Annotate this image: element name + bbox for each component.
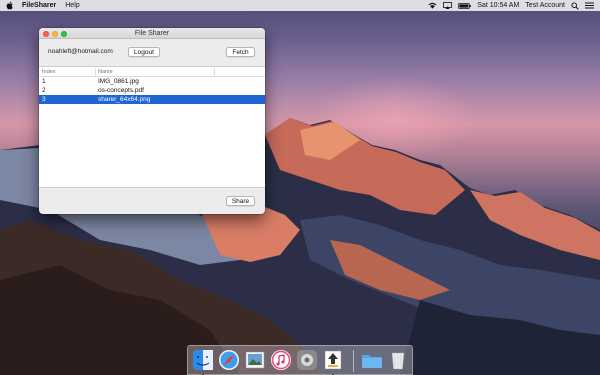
- clock[interactable]: Sat 10:54 AM: [477, 2, 519, 9]
- wifi-icon[interactable]: [428, 2, 437, 9]
- share-button[interactable]: Share: [226, 196, 255, 206]
- fetch-button[interactable]: Fetch: [226, 47, 255, 57]
- filesharer-app-icon[interactable]: [322, 349, 344, 371]
- list-icon[interactable]: [585, 2, 594, 9]
- dock: [187, 345, 413, 375]
- table-row[interactable]: 1 IMG_0861.jpg: [39, 77, 265, 86]
- row-index: 1: [42, 78, 46, 85]
- row-name: IMG_0861.jpg: [98, 78, 139, 85]
- apple-menu-icon[interactable]: [6, 1, 14, 10]
- menu-bar: FileSharer Help Sat 10:54 AM Test Accoun…: [0, 0, 600, 11]
- zoom-button[interactable]: [61, 30, 67, 37]
- row-name: os-concepts.pdf: [98, 87, 144, 94]
- help-menu[interactable]: Help: [65, 2, 79, 9]
- preview-icon[interactable]: [244, 349, 266, 371]
- downloads-folder-icon[interactable]: [361, 349, 383, 371]
- finder-icon[interactable]: [192, 349, 214, 371]
- account-email: noahleft@hotmail.com: [48, 48, 113, 55]
- table-row-selected[interactable]: 3 sharer_64x64.png: [39, 95, 265, 104]
- system-preferences-icon[interactable]: [296, 349, 318, 371]
- dock-separator: [353, 350, 354, 372]
- itunes-icon[interactable]: [270, 349, 292, 371]
- column-header-name[interactable]: Name: [98, 69, 113, 75]
- title-bar[interactable]: File Sharer: [39, 28, 265, 39]
- file-sharer-window: File Sharer noahleft@hotmail.com Logout …: [39, 28, 265, 214]
- airplay-icon[interactable]: [443, 2, 453, 9]
- row-index: 3: [42, 96, 46, 103]
- search-icon[interactable]: [571, 1, 579, 10]
- battery-icon[interactable]: [458, 2, 472, 9]
- window-title: File Sharer: [134, 30, 170, 37]
- table-header: Index Name: [39, 67, 265, 77]
- table-row[interactable]: 2 os-concepts.pdf: [39, 86, 265, 95]
- row-index: 2: [42, 87, 46, 94]
- app-menu[interactable]: FileSharer: [22, 2, 56, 9]
- logout-button[interactable]: Logout: [128, 47, 160, 57]
- file-table[interactable]: Index Name 1 IMG_0861.jpg 2 os-concepts.…: [39, 66, 265, 188]
- column-header-index[interactable]: Index: [42, 69, 55, 75]
- minimize-button[interactable]: [52, 30, 58, 37]
- user-menu[interactable]: Test Account: [525, 2, 565, 9]
- close-button[interactable]: [43, 30, 49, 37]
- safari-icon[interactable]: [218, 349, 240, 371]
- row-name: sharer_64x64.png: [98, 96, 151, 103]
- trash-icon[interactable]: [387, 349, 409, 371]
